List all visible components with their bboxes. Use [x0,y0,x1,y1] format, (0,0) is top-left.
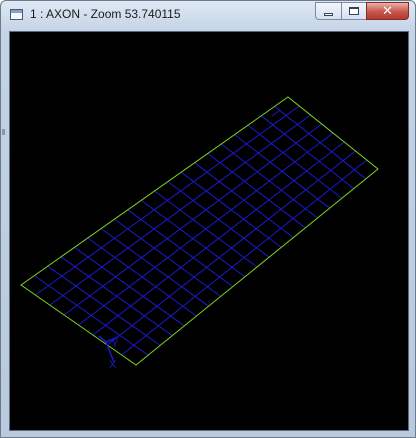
mesh-line [121,159,368,356]
axon-viewport[interactable]: X Y [9,31,409,431]
close-icon: ✕ [382,3,393,19]
axon-canvas[interactable]: X Y [10,32,408,430]
plate-boundary [20,96,379,366]
axis-label-x: X [109,359,117,371]
title-bar[interactable]: 1 : AXON - Zoom 53.740115 ✕ [1,1,415,30]
mesh-line [106,150,356,346]
mesh-line [63,123,323,316]
mesh-line [49,114,311,306]
maximize-button[interactable] [341,2,366,20]
app-window: 1 : AXON - Zoom 53.740115 ✕ X Y [0,0,416,438]
app-icon[interactable] [10,9,23,20]
mesh-line [35,105,300,296]
mesh-line [78,132,334,326]
mesh-line [271,109,281,117]
maximize-icon [349,7,359,15]
caption-buttons: ✕ [315,2,409,22]
close-button[interactable]: ✕ [366,2,409,20]
mesh-line [92,141,345,336]
minimize-icon [324,12,333,16]
window-title: 1 : AXON - Zoom 53.740115 [30,7,181,21]
axis-label-y: Y [111,338,119,350]
minimize-button[interactable] [315,2,341,20]
left-edge-grip[interactable] [2,129,5,135]
mesh-grid [34,105,368,356]
